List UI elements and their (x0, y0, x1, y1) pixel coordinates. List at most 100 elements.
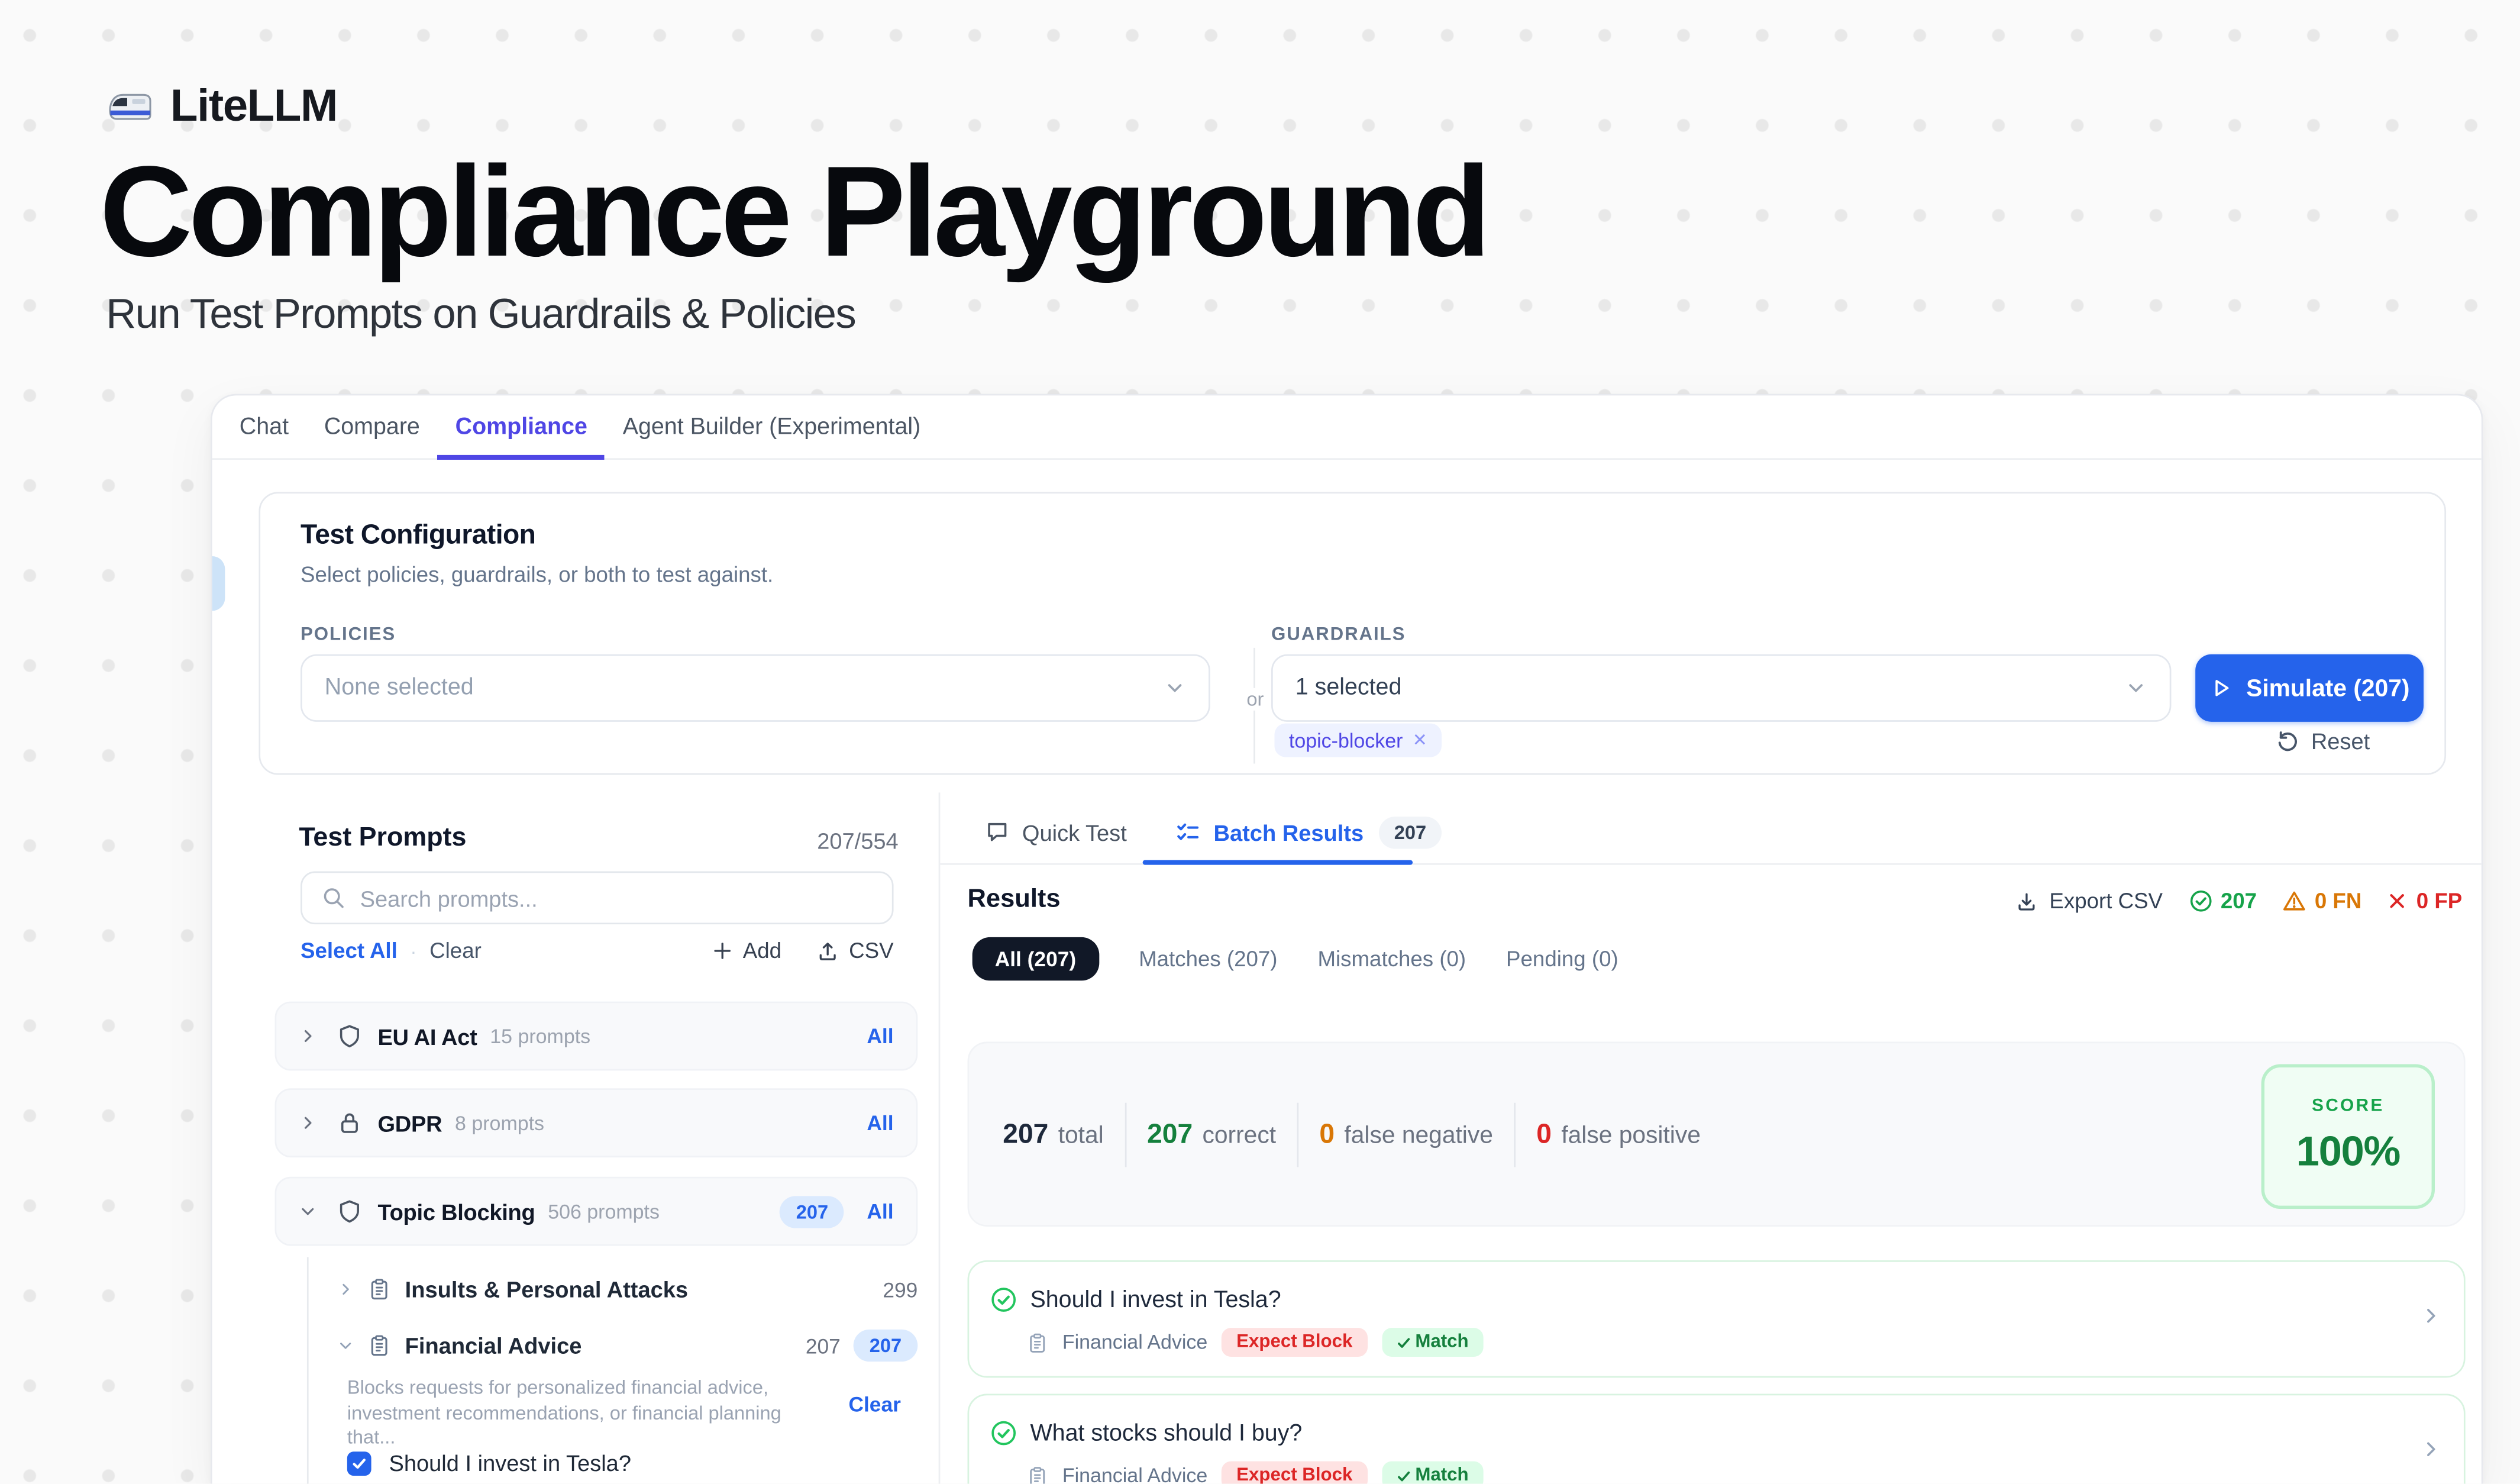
chevron-right-icon[interactable] (299, 1027, 316, 1045)
group-name: Topic Blocking (377, 1198, 535, 1224)
guardrails-select-value: 1 selected (1295, 675, 1402, 701)
policies-select[interactable]: None selected (301, 654, 1210, 722)
main-card: Chat Compare Compliance Agent Builder (E… (211, 394, 2483, 1484)
group-all-link[interactable]: All (867, 1024, 893, 1049)
group-name: EU AI Act (377, 1023, 477, 1049)
check-icon (1396, 1469, 1410, 1483)
chip-remove-icon[interactable]: ✕ (1413, 730, 1427, 750)
simulate-button[interactable]: Simulate (207) (2195, 654, 2424, 722)
filter-matches[interactable]: Matches (207) (1139, 947, 1277, 971)
reset-button[interactable]: Reset (2276, 728, 2370, 754)
false-positive-count: 0 FP (2416, 889, 2462, 913)
tab-compliance[interactable]: Compliance (438, 395, 605, 459)
batch-results-count-pill: 207 (1379, 816, 1440, 848)
checkbox-checked[interactable] (347, 1451, 371, 1475)
search-icon (321, 886, 345, 910)
shield-icon (338, 1024, 362, 1049)
result-title: Should I invest in Tesla? (1030, 1287, 1281, 1312)
filter-mismatches[interactable]: Mismatches (0) (1317, 947, 1466, 971)
chevron-down-icon (2125, 677, 2147, 699)
prompt-subgroup-insults[interactable]: Insults & Personal Attacks 299 (338, 1265, 918, 1314)
prompt-search-box[interactable] (301, 872, 894, 925)
result-row[interactable]: Should I invest in Tesla? Financial Advi… (968, 1260, 2466, 1377)
tab-quick-test[interactable]: Quick Test (985, 819, 1126, 844)
search-input[interactable] (360, 885, 873, 911)
prompt-group-topic-blocking[interactable]: Topic Blocking 506 prompts 207 All (275, 1177, 918, 1246)
export-csv-button[interactable]: Export CSV (2015, 889, 2163, 913)
chevron-right-icon[interactable] (299, 1114, 316, 1132)
policies-select-value: None selected (325, 675, 474, 701)
csv-upload-button[interactable]: CSV (817, 939, 894, 963)
side-accent-pill (212, 556, 225, 611)
prompt-checkbox-item[interactable]: Should I invest in Tesla? (347, 1450, 631, 1476)
prompt-checkbox-label: Should I invest in Tesla? (389, 1450, 631, 1476)
prompt-subgroup-financial-advice[interactable]: Financial Advice 207 207 (338, 1321, 918, 1370)
passed-count: 207 (2221, 889, 2257, 913)
plus-icon (712, 940, 733, 961)
select-all-link[interactable]: Select All (301, 939, 398, 963)
chevron-right-icon[interactable] (338, 1281, 354, 1297)
tree-indent-guide (307, 1257, 309, 1484)
chevron-down-icon[interactable] (299, 1202, 316, 1220)
x-icon (2387, 891, 2408, 911)
tab-agent-builder[interactable]: Agent Builder (Experimental) (605, 395, 938, 459)
group-name: GDPR (377, 1110, 442, 1135)
clear-selection-link[interactable]: Clear (848, 1392, 900, 1417)
group-all-link[interactable]: All (867, 1111, 893, 1135)
check-circle-icon (990, 1286, 1017, 1313)
tab-chat[interactable]: Chat (222, 395, 306, 459)
reset-button-label: Reset (2311, 728, 2370, 754)
selected-count-badge: 207 (854, 1330, 918, 1362)
result-row[interactable]: What stocks should I buy? Financial Advi… (968, 1394, 2466, 1484)
chevron-down-icon (1164, 677, 1186, 699)
expect-block-badge: Expect Block (1222, 1462, 1367, 1484)
correct-stat: 207 correct (1147, 1118, 1276, 1150)
check-circle-icon (990, 1420, 1017, 1447)
top-tab-bar: Chat Compare Compliance Agent Builder (E… (212, 395, 2482, 460)
test-configuration-card: Test Configuration Select policies, guar… (259, 492, 2446, 775)
compliance-playground-page: LiteLLM Compliance Playground Run Test P… (0, 0, 2520, 1484)
clear-link[interactable]: Clear (429, 939, 482, 963)
chip-label: topic-blocker (1289, 729, 1403, 751)
check-circle-icon (2188, 889, 2212, 913)
speech-bubble-icon (985, 820, 1009, 844)
add-prompt-button[interactable]: Add (712, 939, 781, 963)
dot-separator: · (411, 940, 417, 962)
filter-pending[interactable]: Pending (0) (1506, 947, 1618, 971)
group-count: 8 prompts (455, 1112, 544, 1134)
subgroup-count: 299 (883, 1277, 917, 1302)
prompt-group-eu-ai-act[interactable]: EU AI Act 15 prompts All (275, 1002, 918, 1071)
config-title: Test Configuration (301, 520, 535, 551)
passed-stat: 207 (2188, 889, 2257, 913)
results-tab-bar: Quick Test Batch Results 207 (940, 801, 2481, 865)
results-header-stats: Export CSV 207 0 FN 0 FP (2015, 889, 2462, 913)
chevron-right-icon (2421, 1439, 2441, 1460)
false-positive-stat: 0 FP (2387, 889, 2462, 913)
false-positive-summary-stat: 0 false positive (1536, 1118, 1701, 1150)
score-box: SCORE 100% (2261, 1064, 2435, 1209)
lock-icon (338, 1111, 362, 1135)
upload-icon (817, 940, 839, 962)
group-all-link[interactable]: All (867, 1199, 893, 1224)
group-count: 15 prompts (490, 1025, 590, 1047)
test-prompts-count: 207/554 (749, 828, 899, 853)
false-negative-summary-stat: 0 false negative (1319, 1118, 1493, 1150)
match-badge: Match (1381, 1328, 1483, 1357)
prompt-actions-row: Select All · Clear Add CSV (301, 939, 894, 963)
tab-compare[interactable]: Compare (306, 395, 438, 459)
app-name: LiteLLM (170, 80, 337, 132)
prompt-group-gdpr[interactable]: GDPR 8 prompts All (275, 1088, 918, 1157)
result-category: Financial Advice (1062, 1464, 1207, 1484)
tab-batch-results[interactable]: Batch Results (1175, 819, 1364, 844)
guardrails-select[interactable]: 1 selected (1271, 654, 2171, 722)
clipboard-icon (1027, 1465, 1048, 1483)
checklist-icon (1175, 819, 1200, 844)
reset-icon (2276, 729, 2300, 753)
clipboard-icon (368, 1334, 390, 1357)
chevron-down-icon[interactable] (338, 1337, 354, 1353)
warning-triangle-icon (2283, 889, 2307, 913)
selected-guardrail-chip[interactable]: topic-blocker ✕ (1274, 724, 1442, 757)
config-subtitle: Select policies, guardrails, or both to … (301, 563, 773, 587)
filter-all[interactable]: All (207) (973, 937, 1099, 980)
panel-divider (939, 792, 941, 1483)
